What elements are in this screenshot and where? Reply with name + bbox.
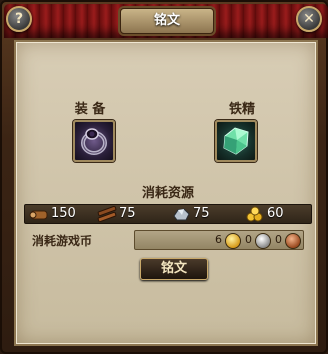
currency-bar: 6 0 0 <box>134 230 304 250</box>
resource-gold: 60 <box>245 205 305 223</box>
resource-timber: 75 <box>97 205 157 223</box>
help-button[interactable]: ? <box>6 6 32 32</box>
gold-value: 60 <box>267 206 284 221</box>
ring-icon <box>81 128 107 155</box>
wood-value: 150 <box>51 206 76 221</box>
ore-icon <box>173 208 190 221</box>
inscription-window: 铭文 ? ✕ 装 备 铁精 消耗资源 150 75 75 60 消耗游戏币 6 … <box>0 0 328 354</box>
silver-coin-value: 0 <box>245 233 252 246</box>
equipment-slot[interactable] <box>73 120 115 162</box>
inscribe-button[interactable]: 铭文 <box>140 258 208 280</box>
gold-nuggets-icon <box>246 206 263 222</box>
resource-ore: 75 <box>171 205 231 223</box>
material-slot[interactable] <box>215 120 257 162</box>
timber-value: 75 <box>119 206 136 221</box>
wood-icon <box>29 210 48 220</box>
iron-essence-gem-icon <box>223 127 249 155</box>
silver-coin-icon <box>255 233 271 249</box>
gold-coin-icon <box>225 233 241 249</box>
material-label: 铁精 <box>228 102 255 117</box>
gold-coin-value: 6 <box>215 233 222 246</box>
equipment-label: 装 备 <box>74 102 106 117</box>
resource-wood: 150 <box>29 205 89 223</box>
content-panel: 装 备 铁精 消耗资源 150 75 75 60 消耗游戏币 6 0 0 铭文 <box>14 40 318 346</box>
resources-header: 消耗资源 <box>141 186 194 201</box>
timber-icon <box>97 206 117 222</box>
copper-coin-icon <box>285 233 301 249</box>
currency-label: 消耗游戏币 <box>32 234 93 248</box>
window-title: 铭文 <box>120 8 214 34</box>
ore-value: 75 <box>193 206 210 221</box>
close-button[interactable]: ✕ <box>296 6 322 32</box>
copper-coin-value: 0 <box>275 233 282 246</box>
resource-bar: 150 75 75 60 <box>24 204 312 224</box>
